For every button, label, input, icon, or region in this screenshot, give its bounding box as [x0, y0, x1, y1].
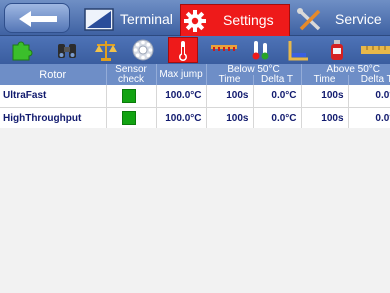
rotor-tool[interactable]	[128, 37, 158, 63]
above-delta-header: Delta T	[347, 75, 390, 85]
temperature-gauges-icon	[252, 41, 269, 60]
gauges-tool[interactable]	[246, 37, 276, 63]
curve-tool[interactable]	[283, 37, 313, 63]
tools-icon	[297, 8, 321, 31]
back-button[interactable]	[4, 3, 70, 33]
tab-terminal-label: Terminal	[120, 11, 173, 27]
ruler-icon	[361, 46, 390, 54]
tab-service[interactable]: Service	[295, 4, 390, 36]
tab-settings[interactable]: Settings	[180, 4, 290, 36]
binoculars-icon	[58, 44, 76, 58]
balance-tool[interactable]	[91, 37, 121, 63]
rotor-column-header: Rotor	[0, 64, 106, 85]
bottle-tool[interactable]	[322, 37, 352, 63]
below-time-header: Time	[205, 75, 253, 85]
above-delta-cell[interactable]: 0.0°C	[348, 107, 390, 130]
gear-icon	[184, 10, 206, 32]
below-time-cell[interactable]: 100s	[206, 107, 254, 130]
rotor-name[interactable]: HighThroughput	[0, 107, 107, 130]
puzzle-tool[interactable]	[6, 37, 36, 63]
below-delta-header: Delta T	[252, 75, 302, 85]
below-time-cell[interactable]: 100s	[206, 85, 254, 108]
table-row[interactable]: HighThroughput 100.0°C 100s 0.0°C 100s 0…	[0, 107, 390, 130]
curve-icon	[288, 41, 308, 61]
puzzle-icon	[12, 41, 33, 61]
below-delta-cell[interactable]: 0.0°C	[253, 85, 302, 108]
max-jump-header: Max jump	[155, 64, 206, 85]
binoculars-tool[interactable]	[52, 37, 82, 63]
top-nav-bar: Terminal Settings Service	[0, 0, 390, 36]
above-time-header: Time	[300, 75, 349, 85]
tab-terminal[interactable]: Terminal	[82, 4, 176, 36]
max-jump-cell[interactable]: 100.0°C	[156, 85, 207, 108]
above-time-cell[interactable]: 100s	[301, 85, 349, 108]
terminal-icon	[84, 8, 114, 31]
rack-tool[interactable]	[207, 37, 237, 63]
tab-settings-label: Settings	[223, 12, 274, 28]
temperature-tool[interactable]	[168, 37, 198, 63]
tab-service-label: Service	[335, 11, 382, 27]
rotor-name[interactable]: UltraFast	[0, 85, 107, 108]
empty-list-area	[0, 128, 390, 293]
above-delta-cell[interactable]: 0.0°C	[348, 85, 390, 108]
table-row[interactable]: UltraFast 100.0°C 100s 0.0°C 100s 0.0°C	[0, 85, 390, 108]
sensor-ok-indicator	[122, 111, 136, 125]
bottle-icon	[331, 40, 343, 60]
ruler-tool[interactable]	[356, 37, 390, 63]
sensor-ok-indicator	[122, 88, 136, 103]
sensor-check-cell[interactable]	[106, 107, 157, 130]
below-delta-cell[interactable]: 0.0°C	[253, 107, 302, 130]
sensor-check-cell[interactable]	[106, 85, 157, 108]
settings-toolbar	[0, 36, 390, 64]
back-arrow-icon	[19, 11, 57, 27]
above-time-cell[interactable]: 100s	[301, 107, 349, 130]
max-jump-cell[interactable]: 100.0°C	[156, 107, 207, 130]
balance-scale-icon	[95, 41, 117, 61]
rack-icon	[211, 45, 237, 51]
thermometer-icon	[179, 41, 187, 61]
rotor-wheel-icon	[132, 39, 154, 61]
sensor-check-header: Sensor check	[105, 64, 156, 85]
